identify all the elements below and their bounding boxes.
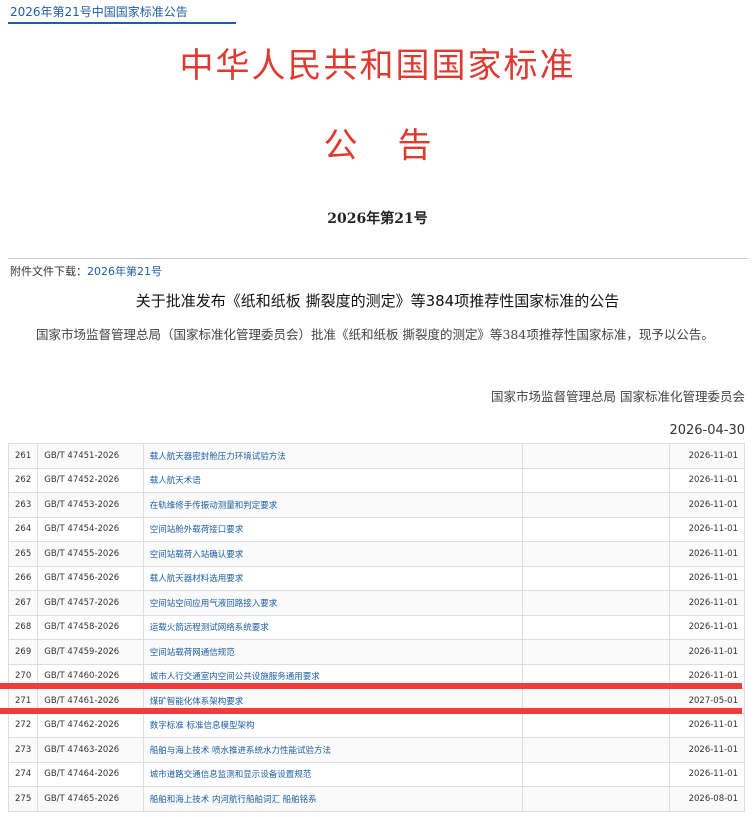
row-number: 261 <box>7 443 39 469</box>
attachment-link[interactable]: 2026年第21号 <box>87 265 162 278</box>
row-number: 273 <box>7 737 39 763</box>
attachment-label: 附件文件下载： <box>10 265 87 278</box>
standard-name-link[interactable]: 空间站舱外载荷接口要求 <box>142 516 524 542</box>
standard-code: GB/T 47455-2026 <box>37 541 144 567</box>
effective-date: 2026-11-01 <box>669 541 745 567</box>
standard-name-link[interactable]: 运载火箭远程测试网络系统要求 <box>142 614 524 640</box>
row-number: 265 <box>7 541 39 567</box>
standard-name-link[interactable]: 船舶与海上技术 喷水推进系统水力性能试验方法 <box>142 737 524 763</box>
breadcrumb[interactable]: 2026年第21号中国国家标准公告 <box>10 3 188 20</box>
announcement-heading: 公告 <box>323 126 472 166</box>
row-number: 266 <box>7 565 39 591</box>
table-row: 272 GB/T 47462-2026 数字标准 标准信息模型架构 2026-11-0… <box>7 712 745 738</box>
standard-name-link[interactable]: 城市道路交通信息监测和显示设备设置规范 <box>142 761 524 787</box>
row-number: 274 <box>7 761 39 787</box>
blank-cell <box>522 761 671 787</box>
effective-date: 2026-08-01 <box>669 786 745 812</box>
notice-signature: 国家市场监督管理总局 国家标准化管理委员会 <box>491 389 745 404</box>
notice-body: 国家市场监督管理总局（国家标准化管理委员会）批准《纸和纸板 撕裂度的测定》等38… <box>36 327 714 342</box>
blank-cell <box>522 541 671 567</box>
notice-date: 2026-04-30 <box>669 423 745 438</box>
page-title: 中华人民共和国国家标准 <box>179 46 576 86</box>
standard-code: GB/T 47459-2026 <box>37 639 144 665</box>
blank-cell <box>522 443 671 469</box>
table-row: 275 GB/T 47465-2026 船舶和海上技术 内河航行船舶词汇 船舶铭系 2… <box>7 786 745 812</box>
row-number: 267 <box>7 590 39 616</box>
effective-date: 2026-11-01 <box>669 467 745 493</box>
highlight-marker-bottom <box>0 708 742 714</box>
blank-cell <box>522 614 671 640</box>
blank-cell <box>522 737 671 763</box>
effective-date: 2026-11-01 <box>669 761 745 787</box>
row-number: 269 <box>7 639 39 665</box>
standards-table: 261 GB/T 47451-2026 载人航天器密封舱压力环境试验方法 2026-1… <box>7 443 745 812</box>
highlight-marker-top <box>0 683 742 689</box>
table-row: 273 GB/T 47463-2026 船舶与海上技术 喷水推进系统水力性能试验方法… <box>7 737 745 763</box>
standard-name-link[interactable]: 载人航天器材料选用要求 <box>142 565 524 591</box>
blank-cell <box>522 786 671 812</box>
table-row: 264 GB/T 47454-2026 空间站舱外载荷接口要求 2026-11-01 <box>7 516 745 542</box>
effective-date: 2026-11-01 <box>669 639 745 665</box>
table-row: 274 GB/T 47464-2026 城市道路交通信息监测和显示设备设置规范 202… <box>7 761 745 787</box>
standard-name-link[interactable]: 在轨维修手传振动测量和判定要求 <box>142 492 524 518</box>
standard-name-link[interactable]: 载人航天术语 <box>142 467 524 493</box>
table-row: 265 GB/T 47455-2026 空间站载荷入站确认要求 2026-11-01 <box>7 541 745 567</box>
standard-name-link[interactable]: 空间站空间应用气液回路接入要求 <box>142 590 524 616</box>
issue-number: 2026年第21号 <box>327 211 428 227</box>
row-number: 268 <box>7 614 39 640</box>
standard-name-link[interactable]: 空间站载荷入站确认要求 <box>142 541 524 567</box>
standard-code: GB/T 47453-2026 <box>37 492 144 518</box>
standard-name-link[interactable]: 空间站载荷网通信规范 <box>142 639 524 665</box>
standard-name-link[interactable]: 数字标准 标准信息模型架构 <box>142 712 524 738</box>
blank-cell <box>522 712 671 738</box>
effective-date: 2026-11-01 <box>669 492 745 518</box>
notice-title: 关于批准发布《纸和纸板 撕裂度的测定》等384项推荐性国家标准的公告 <box>135 292 620 310</box>
standard-name-link[interactable]: 船舶和海上技术 内河航行船舶词汇 船舶铭系 <box>142 786 524 812</box>
standard-code: GB/T 47463-2026 <box>37 737 144 763</box>
blank-cell <box>522 492 671 518</box>
table-row: 266 GB/T 47456-2026 载人航天器材料选用要求 2026-11-01 <box>7 565 745 591</box>
standard-name-link[interactable]: 载人航天器密封舱压力环境试验方法 <box>142 443 524 469</box>
table-row: 261 GB/T 47451-2026 载人航天器密封舱压力环境试验方法 2026-1… <box>7 443 745 469</box>
table-row: 263 GB/T 47453-2026 在轨维修手传振动测量和判定要求 2026-11… <box>7 492 745 518</box>
standard-code: GB/T 47464-2026 <box>37 761 144 787</box>
standard-code: GB/T 47454-2026 <box>37 516 144 542</box>
breadcrumb-underline <box>8 22 236 24</box>
section-divider <box>8 258 748 259</box>
standard-code: GB/T 47465-2026 <box>37 786 144 812</box>
effective-date: 2026-11-01 <box>669 614 745 640</box>
blank-cell <box>522 516 671 542</box>
table-row: 268 GB/T 47458-2026 运载火箭远程测试网络系统要求 2026-11-… <box>7 614 745 640</box>
effective-date: 2026-11-01 <box>669 565 745 591</box>
blank-cell <box>522 639 671 665</box>
effective-date: 2026-11-01 <box>669 737 745 763</box>
standard-code: GB/T 47451-2026 <box>37 443 144 469</box>
effective-date: 2026-11-01 <box>669 590 745 616</box>
blank-cell <box>522 565 671 591</box>
row-number: 275 <box>7 786 39 812</box>
standard-code: GB/T 47458-2026 <box>37 614 144 640</box>
row-number: 272 <box>7 712 39 738</box>
blank-cell <box>522 467 671 493</box>
effective-date: 2026-11-01 <box>669 516 745 542</box>
row-number: 263 <box>7 492 39 518</box>
row-number: 262 <box>7 467 39 493</box>
table-row: 262 GB/T 47452-2026 载人航天术语 2026-11-01 <box>7 467 745 493</box>
table-row: 269 GB/T 47459-2026 空间站载荷网通信规范 2026-11-01 <box>7 639 745 665</box>
effective-date: 2026-11-01 <box>669 443 745 469</box>
standard-code: GB/T 47457-2026 <box>37 590 144 616</box>
standard-code: GB/T 47456-2026 <box>37 565 144 591</box>
standard-code: GB/T 47462-2026 <box>37 712 144 738</box>
standard-code: GB/T 47452-2026 <box>37 467 144 493</box>
row-number: 264 <box>7 516 39 542</box>
blank-cell <box>522 590 671 616</box>
effective-date: 2026-11-01 <box>669 712 745 738</box>
attachment-download: 附件文件下载：2026年第21号 <box>10 263 162 279</box>
table-row: 267 GB/T 47457-2026 空间站空间应用气液回路接入要求 2026-11… <box>7 590 745 616</box>
